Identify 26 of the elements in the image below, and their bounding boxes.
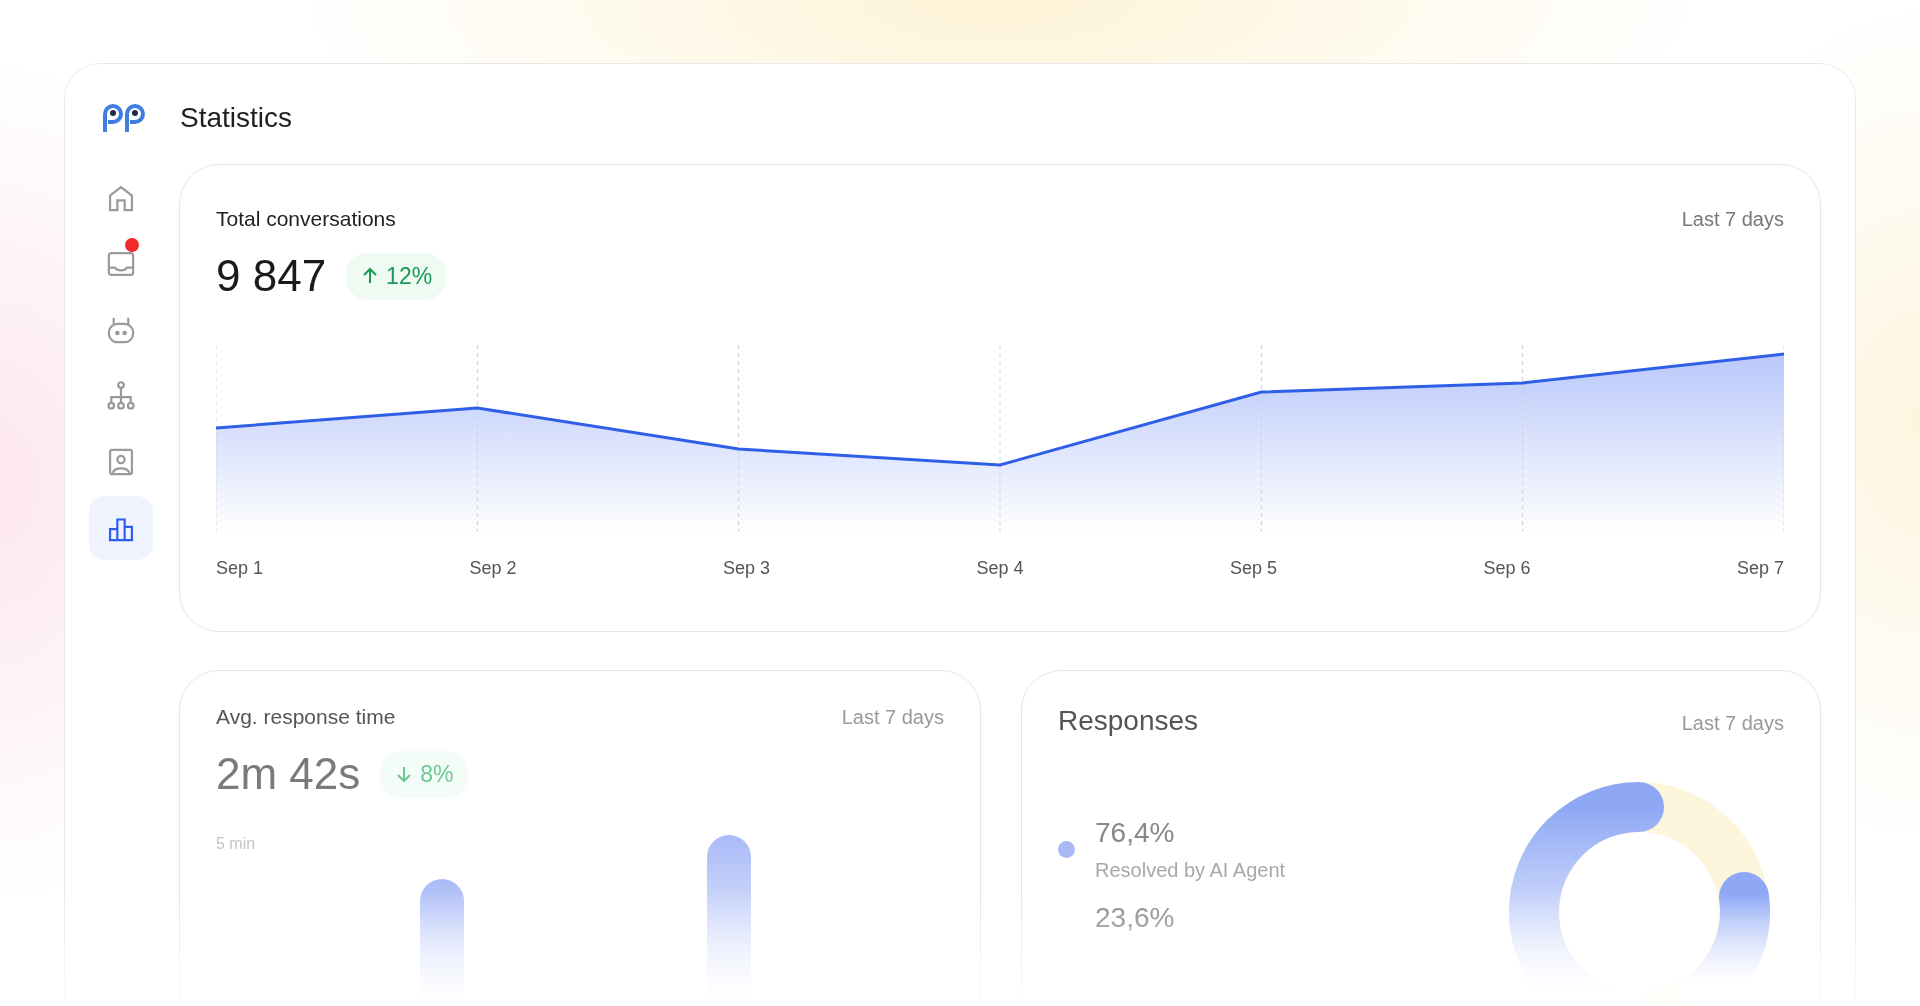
card-title: Avg. response time [216, 705, 396, 729]
legend-value: 23,6% [1095, 902, 1175, 934]
logo-icon [101, 103, 145, 133]
period-label: Last 7 days [1681, 208, 1784, 231]
period-label: Last 7 days [1681, 712, 1784, 735]
axis-label: Sep 5 [1229, 558, 1277, 579]
notification-dot [125, 238, 139, 252]
card-title: Responses [1058, 705, 1199, 737]
axis-label: Sep 7 [1736, 558, 1784, 579]
page-title: Statistics [180, 102, 293, 134]
total-value: 9 847 [216, 251, 327, 301]
legend-value: 76,4% [1095, 817, 1176, 849]
axis-label: Sep 2 [469, 558, 517, 579]
axis-label: Sep 1 [216, 558, 264, 579]
axis-label: 5 min [216, 835, 257, 853]
sidebar-item[interactable] [89, 496, 153, 560]
period-label: Last 7 days [841, 706, 944, 729]
change-percent: 8% [420, 760, 454, 788]
legend-label: Resolved by AI Agent [1095, 859, 1286, 882]
response-time-value: 2m 42s [216, 749, 361, 799]
card-title: Total conversations [216, 207, 396, 231]
axis-label: Sep 3 [722, 558, 770, 579]
hierarchy-icon [104, 379, 138, 413]
axis-label: Sep 6 [1483, 558, 1531, 579]
axis-label: Sep 4 [976, 558, 1024, 579]
change-percent: 12% [386, 262, 433, 290]
